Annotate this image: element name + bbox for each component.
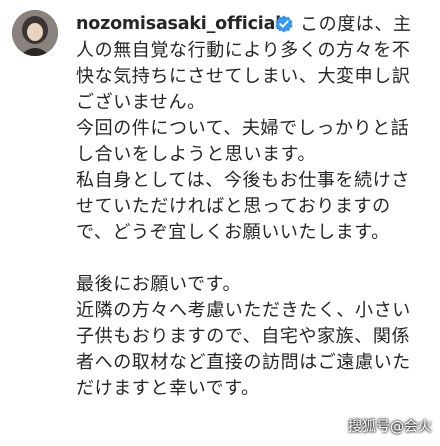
caption-line: 最後にお願いです。 <box>76 274 242 295</box>
profile-avatar[interactable] <box>12 10 58 56</box>
sohu-logo-icon <box>328 418 344 434</box>
caption-line: 快な気持ちにさせてしまい、大変申し訳 <box>76 66 411 87</box>
caption-line: だけますと幸いです。 <box>76 378 260 399</box>
caption-line: 今回の件について、夫婦でしっかりと話 <box>76 118 410 139</box>
caption-line: 子供もおりますので、自宅や家族、関係 <box>76 326 411 347</box>
watermark-text: 搜狐号@会火 <box>348 419 432 435</box>
caption-line: 人の無自覚な行動により多くの方々を不 <box>76 40 411 61</box>
caption-line: せていただければと思っておりますの <box>76 196 391 217</box>
caption-line: で、どうぞ宜しくお願いいたします。 <box>76 222 390 243</box>
watermark: 搜狐号@会火 <box>328 416 432 436</box>
caption-line: 私自身としては、今後もお仕事を続けさ <box>76 170 410 191</box>
caption-line: ございません。 <box>76 92 206 113</box>
caption-line: 近隣の方々へ考慮いただきたく、小さい <box>76 300 411 321</box>
caption-line: この度は、主 <box>300 14 412 35</box>
post-caption: この度は、主 人の無自覚な行動により多くの方々を不 快な気持ちにさせてしまい、大… <box>76 12 428 402</box>
caption-line: 者への取材など直接の訪問はご遠慮いた <box>76 352 411 373</box>
caption-line: し合いをしようと思います。 <box>76 144 316 165</box>
